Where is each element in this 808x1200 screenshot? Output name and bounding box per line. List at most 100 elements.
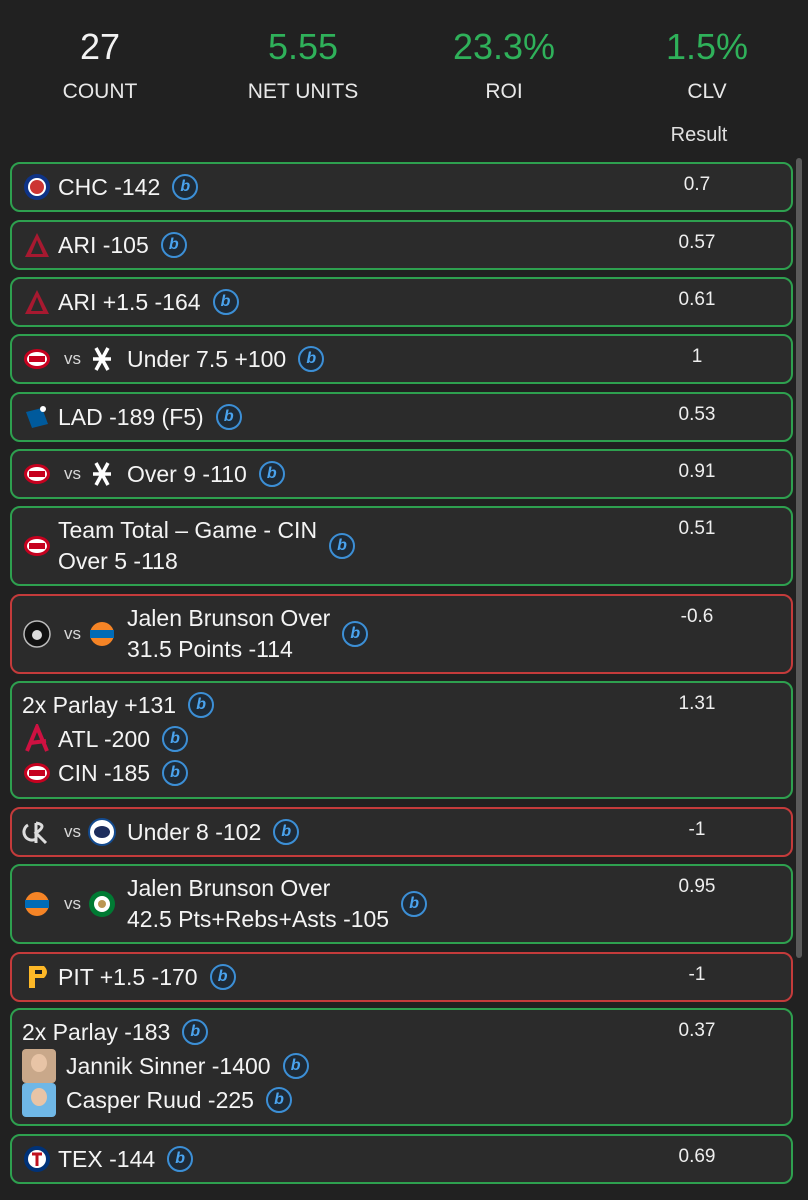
bet-link-icon[interactable]: b xyxy=(162,726,189,752)
bet-list[interactable]: CHC -142 b 0.7 ARI -105 b 0.57 ARI +1.5 -164 b 0… xyxy=(10,162,798,1200)
bet-link-icon[interactable]: b xyxy=(162,760,189,786)
bet-link-icon[interactable]: b xyxy=(215,404,242,430)
bet-text: CIN -185 xyxy=(58,759,151,786)
stat-value: 5.55 xyxy=(267,26,339,67)
bet-link-icon[interactable]: b xyxy=(265,1087,292,1113)
stat-net-units: 5.55 NET UNITS xyxy=(203,24,403,106)
bet-text: TEX -144 xyxy=(58,1145,156,1172)
stat-roi: 23.3% ROI xyxy=(404,24,604,106)
bet-row[interactable]: 2x Parlay +131 b ATL -200 b CIN -185 b 1.31 xyxy=(10,681,793,799)
bet-link-icon[interactable]: b xyxy=(182,1019,209,1045)
bet-text: Jalen Brunson Over xyxy=(127,605,331,631)
bet-row[interactable]: Team Total – Game - CIN Over 5 -118 b 0.51 xyxy=(10,506,793,586)
scrollbar[interactable] xyxy=(796,158,802,958)
bet-text: Over 5 -118 xyxy=(58,548,178,574)
bet-result: 0.95 xyxy=(678,876,716,897)
bet-link-icon[interactable]: b xyxy=(188,692,215,718)
bet-line: PIT +1.5 -170 b xyxy=(22,961,236,993)
bet-line: vs Under 8 -102 b xyxy=(22,816,300,848)
celtics-logo xyxy=(87,889,117,919)
bet-result: 0.61 xyxy=(678,289,716,310)
bet-row[interactable]: ARI -105 b 0.57 xyxy=(10,220,793,270)
stat-label: COUNT xyxy=(62,80,138,103)
bet-row[interactable]: ARI +1.5 -164 b 0.61 xyxy=(10,277,793,327)
bet-text: LAD -189 (F5) xyxy=(58,403,204,430)
bet-text: PIT +1.5 -170 xyxy=(58,963,198,990)
bet-text: Casper Ruud -225 xyxy=(66,1086,254,1113)
bet-line: ARI +1.5 -164 b xyxy=(22,286,239,318)
bet-text: ARI +1.5 -164 xyxy=(58,288,201,315)
pirates-logo xyxy=(22,962,52,992)
bet-text-block: Jalen Brunson Over 42.5 Pts+Rebs+Asts -10… xyxy=(127,873,389,935)
bet-row[interactable]: vs Jalen Brunson Over 31.5 Points -114 b -0.… xyxy=(10,594,793,674)
bet-link-icon[interactable]: b xyxy=(342,621,369,647)
bet-line: vs Over 9 -110 b xyxy=(22,458,285,490)
bet-line: vs Jalen Brunson Over 42.5 Pts+Rebs+Asts -… xyxy=(22,875,428,932)
bet-link-icon[interactable]: b xyxy=(258,461,285,487)
bet-link-icon[interactable]: b xyxy=(160,232,187,258)
bet-link-icon[interactable]: b xyxy=(172,174,199,200)
bet-link-icon[interactable]: b xyxy=(329,533,356,559)
bet-row[interactable]: TEX -144 b 0.69 xyxy=(10,1134,793,1184)
bet-line: TEX -144 b xyxy=(22,1143,194,1175)
parlay-header: 2x Parlay +131 b xyxy=(22,689,215,721)
stat-count: 27 COUNT xyxy=(0,24,200,106)
stat-value: 23.3% xyxy=(452,26,556,67)
bet-link-icon[interactable]: b xyxy=(298,346,325,372)
bet-text: 2x Parlay +131 xyxy=(22,691,177,718)
bet-link-icon[interactable]: b xyxy=(167,1146,194,1172)
bet-line: CHC -142 b xyxy=(22,171,199,203)
bet-row[interactable]: CHC -142 b 0.7 xyxy=(10,162,793,212)
stat-label: NET UNITS xyxy=(247,80,359,103)
bet-text: 2x Parlay -183 xyxy=(22,1018,171,1045)
parlay-header: 2x Parlay -183 b xyxy=(22,1016,209,1048)
bet-result: 1 xyxy=(691,346,703,367)
bet-link-icon[interactable]: b xyxy=(273,819,300,845)
bet-row[interactable]: PIT +1.5 -170 b -1 xyxy=(10,952,793,1002)
stat-value: 1.5% xyxy=(665,26,749,67)
bet-text: Team Total – Game - CIN xyxy=(58,517,318,543)
bet-result: -0.6 xyxy=(680,606,714,627)
bet-link-icon[interactable]: b xyxy=(209,964,236,990)
ruud-avatar xyxy=(22,1083,56,1117)
bet-text-block: Jalen Brunson Over 31.5 Points -114 xyxy=(127,603,330,665)
bet-text-block: Team Total – Game - CIN Over 5 -118 xyxy=(58,515,317,577)
vs-label: vs xyxy=(64,349,81,368)
bet-result: -1 xyxy=(688,819,706,840)
reds-logo xyxy=(22,531,52,561)
knicks-logo xyxy=(87,619,117,649)
stat-clv: 1.5% CLV xyxy=(607,24,807,106)
braves-logo xyxy=(22,721,52,754)
bet-row[interactable]: vs Over 9 -110 b 0.91 xyxy=(10,449,793,499)
white-sox-logo xyxy=(87,459,117,489)
bet-result: 0.53 xyxy=(678,404,716,425)
reds-logo xyxy=(22,758,52,788)
bet-row[interactable]: vs Under 8 -102 b -1 xyxy=(10,807,793,857)
bet-line: ARI -105 b xyxy=(22,229,187,261)
white-sox-logo xyxy=(87,344,117,374)
bet-text: Under 7.5 +100 xyxy=(127,345,287,372)
bet-line: vs Under 7.5 +100 b xyxy=(22,343,325,375)
bet-result: 0.7 xyxy=(683,174,711,195)
bet-row[interactable]: 2x Parlay -183 b Jannik Sinner -1400 b Caspe… xyxy=(10,1008,793,1126)
bet-result: -1 xyxy=(688,964,706,985)
rockies-logo xyxy=(22,817,52,847)
rangers-logo xyxy=(22,1144,52,1174)
bet-link-icon[interactable]: b xyxy=(212,289,239,315)
stat-value: 27 xyxy=(79,26,121,67)
bet-link-icon[interactable]: b xyxy=(282,1053,309,1079)
nets-logo xyxy=(22,619,52,649)
bet-row[interactable]: vs Under 7.5 +100 b 1 xyxy=(10,334,793,384)
bet-link-icon[interactable]: b xyxy=(401,891,428,917)
sinner-avatar xyxy=(22,1049,56,1083)
cubs-logo xyxy=(22,172,52,202)
bet-line: LAD -189 (F5) b xyxy=(22,401,242,433)
vs-label: vs xyxy=(64,624,81,643)
bet-line: Team Total – Game - CIN Over 5 -118 b xyxy=(22,517,356,574)
bet-line: vs Jalen Brunson Over 31.5 Points -114 b xyxy=(22,605,369,662)
knicks-logo xyxy=(22,889,52,919)
bet-row[interactable]: vs Jalen Brunson Over 42.5 Pts+Rebs+Asts -… xyxy=(10,864,793,944)
blue-jays-logo xyxy=(87,817,117,847)
bet-row[interactable]: LAD -189 (F5) b 0.53 xyxy=(10,392,793,442)
result-column-header[interactable]: Result xyxy=(640,124,758,147)
